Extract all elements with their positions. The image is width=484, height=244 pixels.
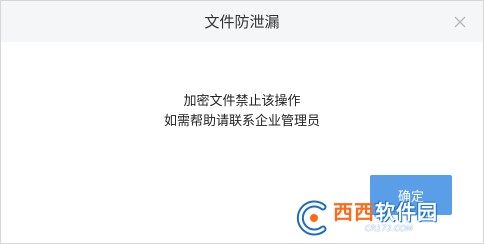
watermark-url: CR173.COM xyxy=(365,224,413,233)
ok-button[interactable]: 确定 xyxy=(370,175,452,215)
watermark-brand-part1: 西西 xyxy=(333,200,375,224)
cr-logo-icon xyxy=(296,200,327,236)
file-leak-prevention-dialog: 文件防泄漏 加密文件禁止该操作 如需帮助请联系企业管理员 确定 西西软件园 CR… xyxy=(0,0,484,244)
message-line-1: 加密文件禁止该操作 xyxy=(183,94,301,109)
dialog-message: 加密文件禁止该操作 如需帮助请联系企业管理员 xyxy=(1,92,483,132)
close-icon[interactable] xyxy=(453,14,467,28)
message-line-2: 如需帮助请联系企业管理员 xyxy=(163,114,320,129)
dialog-titlebar: 文件防泄漏 xyxy=(1,1,483,42)
dialog-title: 文件防泄漏 xyxy=(204,13,280,31)
